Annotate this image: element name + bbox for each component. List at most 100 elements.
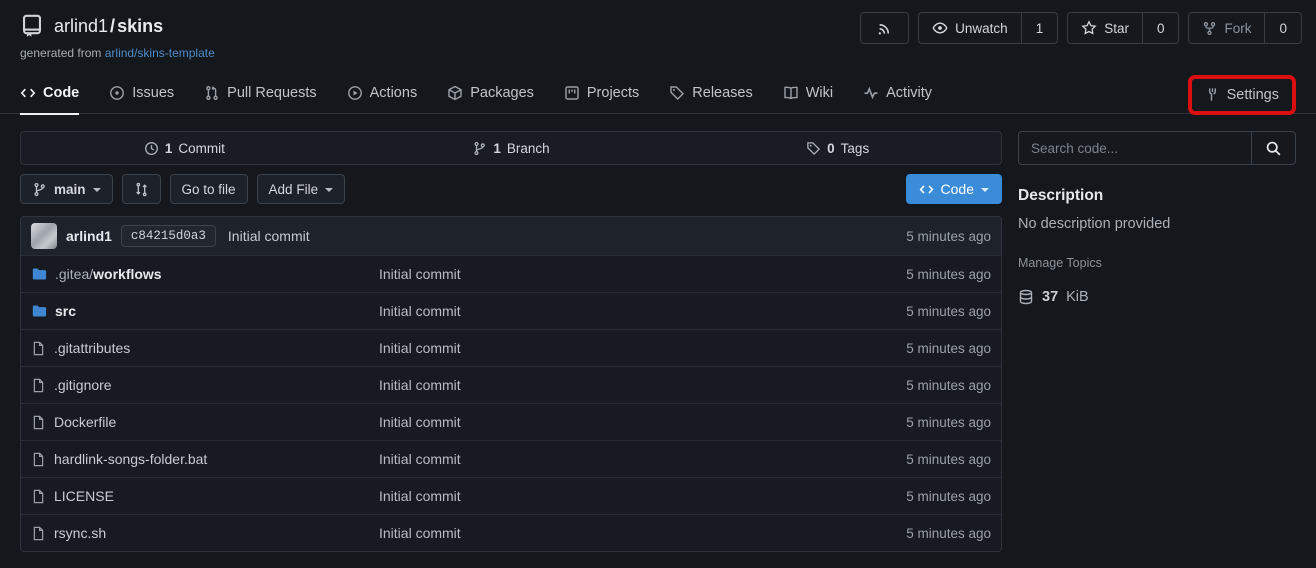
file-row[interactable]: rsync.sh Initial commit 5 minutes ago <box>21 514 1001 551</box>
file-name-cell: .gitea/workflows <box>31 266 379 282</box>
file-commit-message-link[interactable]: Initial commit <box>379 340 906 356</box>
tab-actions[interactable]: Actions <box>347 72 418 114</box>
file-commit-message-link[interactable]: Initial commit <box>379 525 906 541</box>
repo-size: 37 KiB <box>1018 289 1296 305</box>
file-commit-message-link[interactable]: Initial commit <box>379 414 906 430</box>
commit-sha-link[interactable]: c84215d0a3 <box>121 225 216 247</box>
branch-selector[interactable]: main <box>20 174 113 204</box>
file-row[interactable]: Dockerfile Initial commit 5 minutes ago <box>21 403 1001 440</box>
package-icon <box>447 85 463 101</box>
repo-content-column: 1 Commit 1 Branch <box>20 131 1002 552</box>
file-row[interactable]: LICENSE Initial commit 5 minutes ago <box>21 477 1001 514</box>
file-icon <box>31 378 46 393</box>
file-name-link: LICENSE <box>54 488 114 504</box>
avatar[interactable] <box>31 223 57 249</box>
file-row[interactable]: .gitattributes Initial commit 5 minutes … <box>21 329 1001 366</box>
file-row[interactable]: .gitignore Initial commit 5 minutes ago <box>21 366 1001 403</box>
commit-author-link[interactable]: arlind1 <box>66 228 112 244</box>
file-table: arlind1 c84215d0a3 Initial commit 5 minu… <box>20 216 1002 552</box>
eye-icon <box>932 20 948 36</box>
file-path: .gitignore <box>54 377 112 393</box>
tab-label: Projects <box>587 85 639 101</box>
file-path: .gitea/workflows <box>55 266 162 282</box>
tag-label: Tags <box>841 141 870 156</box>
unwatch-button[interactable]: Unwatch <box>919 13 1021 43</box>
watch-group: Unwatch 1 <box>918 12 1058 44</box>
commits-link[interactable]: 1 Commit <box>21 141 348 156</box>
tab-wiki[interactable]: Wiki <box>783 72 833 114</box>
tab-activity[interactable]: Activity <box>863 72 932 114</box>
commit-label: Commit <box>178 141 225 156</box>
tab-settings[interactable]: Settings <box>1205 87 1279 103</box>
file-path: Dockerfile <box>54 414 116 430</box>
file-commit-time: 5 minutes ago <box>906 415 991 430</box>
page-title: arlind1/skins <box>54 16 163 37</box>
go-to-file-button[interactable]: Go to file <box>170 174 248 204</box>
fork-label: Fork <box>1224 21 1251 36</box>
template-repo-link[interactable]: arlind/skins-template <box>105 46 215 60</box>
branch-icon <box>32 182 47 197</box>
rss-icon <box>877 21 892 36</box>
file-name-link: src <box>55 303 76 319</box>
tab-packages[interactable]: Packages <box>447 72 534 114</box>
pull-request-icon <box>204 85 220 101</box>
add-file-button[interactable]: Add File <box>257 174 346 204</box>
tab-releases[interactable]: Releases <box>669 72 752 114</box>
manage-topics-link[interactable]: Manage Topics <box>1018 256 1296 270</box>
search-input[interactable] <box>1019 132 1251 164</box>
tab-label: Packages <box>470 85 534 101</box>
file-name-cell: LICENSE <box>31 488 379 504</box>
folder-icon <box>31 303 47 319</box>
star-button[interactable]: Star <box>1068 13 1142 43</box>
fork-count[interactable]: 0 <box>1264 13 1301 43</box>
settings-icon <box>1205 87 1220 102</box>
file-row[interactable]: hardlink-songs-folder.bat Initial commit… <box>21 440 1001 477</box>
tag-icon <box>669 85 685 101</box>
file-name-link: Dockerfile <box>54 414 116 430</box>
file-name-cell: src <box>31 303 379 319</box>
tab-code[interactable]: Code <box>20 72 79 114</box>
add-file-label: Add File <box>269 182 319 197</box>
file-row[interactable]: .gitea/workflows Initial commit 5 minute… <box>21 255 1001 292</box>
file-commit-message-link[interactable]: Initial commit <box>379 377 906 393</box>
file-commit-message-link[interactable]: Initial commit <box>379 451 906 467</box>
commit-message-link[interactable]: Initial commit <box>228 228 310 244</box>
search-button[interactable] <box>1251 132 1295 164</box>
commit-count: 1 <box>165 141 173 156</box>
file-path: hardlink-songs-folder.bat <box>54 451 207 467</box>
file-path: LICENSE <box>54 488 114 504</box>
description-heading: Description <box>1018 187 1296 205</box>
star-label: Star <box>1104 21 1129 36</box>
tab-label: Wiki <box>806 85 833 101</box>
code-download-button[interactable]: Code <box>906 174 1002 204</box>
repo-owner-link[interactable]: arlind1 <box>54 16 108 36</box>
tab-label: Issues <box>132 85 174 101</box>
file-name-link: hardlink-songs-folder.bat <box>54 451 207 467</box>
tab-projects[interactable]: Projects <box>564 72 639 114</box>
star-count[interactable]: 0 <box>1142 13 1179 43</box>
file-commit-message-link[interactable]: Initial commit <box>379 303 906 319</box>
compare-branches-button[interactable] <box>122 174 161 204</box>
tag-icon <box>806 141 821 156</box>
description-text: No description provided <box>1018 216 1296 232</box>
file-name-link: workflows <box>93 266 161 282</box>
file-commit-time: 5 minutes ago <box>906 378 991 393</box>
file-commit-message-link[interactable]: Initial commit <box>379 266 906 282</box>
file-commit-message-link[interactable]: Initial commit <box>379 488 906 504</box>
branches-link[interactable]: 1 Branch <box>348 141 675 156</box>
tab-pull-requests[interactable]: Pull Requests <box>204 72 316 114</box>
main-content: 1 Commit 1 Branch <box>0 114 1316 552</box>
tab-issues[interactable]: Issues <box>109 72 174 114</box>
current-branch-name: main <box>54 182 86 197</box>
fork-button[interactable]: Fork <box>1189 13 1264 43</box>
file-name-cell: .gitattributes <box>31 340 379 356</box>
repo-header: arlind1/skins generated from arlind/skin… <box>0 0 1316 60</box>
tab-label: Actions <box>370 85 418 101</box>
watch-count[interactable]: 1 <box>1021 13 1058 43</box>
rss-button[interactable] <box>860 12 909 44</box>
tags-link[interactable]: 0 Tags <box>674 141 1001 156</box>
tab-label: Activity <box>886 85 932 101</box>
file-name-link: rsync.sh <box>54 525 106 541</box>
repo-name-link[interactable]: skins <box>117 16 163 36</box>
file-row[interactable]: src Initial commit 5 minutes ago <box>21 292 1001 329</box>
